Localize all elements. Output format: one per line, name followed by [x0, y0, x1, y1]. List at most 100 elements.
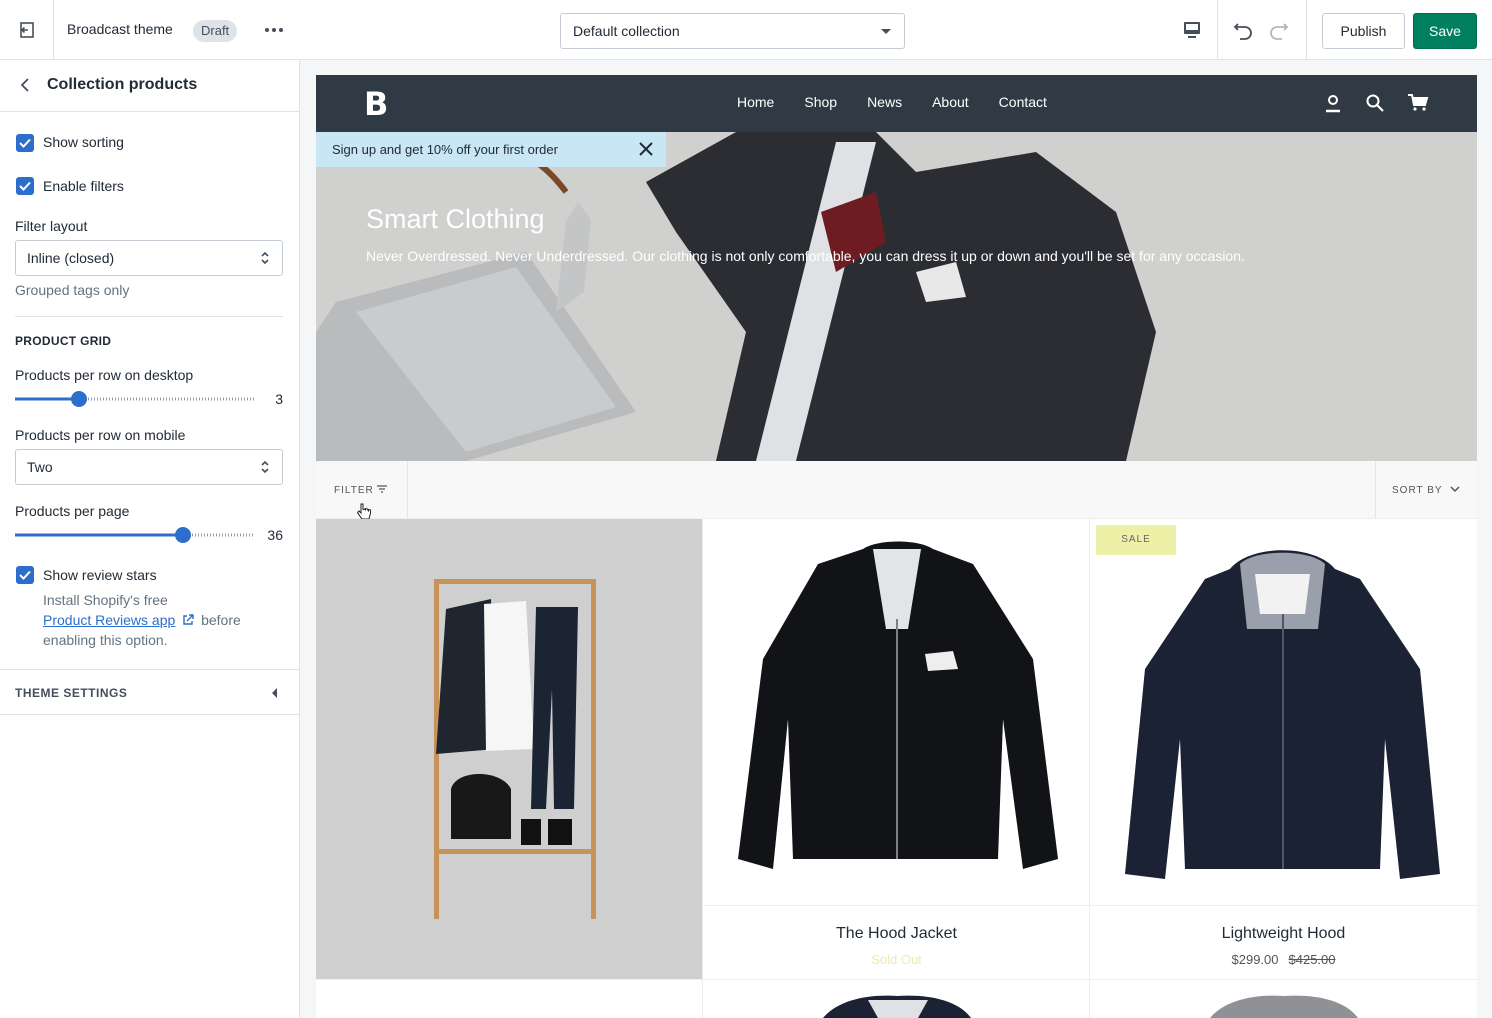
toolbar-divider: [1306, 0, 1307, 60]
publish-button[interactable]: Publish: [1322, 13, 1405, 49]
device-toggle-button[interactable]: [1166, 0, 1218, 60]
product-grid-heading: PRODUCT GRID: [15, 334, 112, 348]
nav-news[interactable]: News: [867, 94, 902, 110]
status-badge: Draft: [193, 20, 238, 42]
theme-settings-toggle[interactable]: THEME SETTINGS: [0, 669, 299, 715]
back-button[interactable]: [16, 76, 34, 94]
chevron-left-icon: [20, 78, 29, 92]
show-sorting-label: Show sorting: [43, 134, 124, 150]
store-preview: B Home Shop News About Contact Sign up a…: [316, 75, 1477, 1018]
product-image-partial: [823, 995, 971, 1018]
save-button[interactable]: Save: [1413, 13, 1477, 49]
store-nav: Home Shop News About Contact: [737, 94, 1047, 110]
per-page-value: 36: [267, 527, 283, 543]
per-row-mobile-label: Products per row on mobile: [15, 427, 186, 443]
redo-icon: [1270, 23, 1289, 40]
product-title[interactable]: The Hood Jacket: [703, 925, 1090, 943]
show-sorting-checkbox[interactable]: [16, 134, 34, 152]
per-row-mobile-value: Two: [27, 459, 53, 475]
sale-badge: SALE: [1096, 525, 1176, 555]
collection-select-value: Default collection: [573, 23, 680, 39]
checkmark-icon: [19, 138, 31, 148]
collection-select[interactable]: Default collection: [560, 13, 905, 49]
product-image: [703, 519, 1090, 905]
store-header: B Home Shop News About Contact: [316, 75, 1477, 132]
product-image: [1090, 519, 1477, 905]
grid-divider: [1089, 519, 1090, 1018]
desktop-icon: [1183, 22, 1200, 38]
sidebar-header: Collection products: [0, 60, 299, 112]
clothing-rack-image: [316, 519, 703, 979]
hero-image: [316, 132, 1477, 461]
per-row-mobile-select[interactable]: Two: [15, 449, 283, 485]
nav-contact[interactable]: Contact: [999, 94, 1047, 110]
hero-text: Never Overdressed. Never Underdressed. O…: [366, 248, 1245, 264]
product-price: $299.00: [1231, 952, 1279, 967]
enable-filters-label: Enable filters: [43, 178, 124, 194]
more-icon: [265, 28, 283, 32]
more-actions-button[interactable]: [263, 20, 285, 40]
checkmark-icon: [19, 181, 31, 191]
account-icon[interactable]: [1323, 93, 1343, 113]
hero-title: Smart Clothing: [366, 204, 545, 234]
product-price: Sold Out: [871, 952, 922, 967]
exit-icon: [19, 22, 34, 38]
caret-down-icon: [881, 29, 891, 34]
close-icon[interactable]: [638, 141, 654, 157]
theme-name: Broadcast theme: [67, 21, 173, 37]
select-arrows-icon: [261, 460, 269, 474]
filter-icon: [377, 485, 387, 493]
per-row-desktop-label: Products per row on desktop: [15, 367, 194, 383]
theme-settings-label: THEME SETTINGS: [15, 686, 128, 700]
caret-left-icon: [272, 688, 277, 698]
per-page-label: Products per page: [15, 503, 130, 519]
exit-button[interactable]: [0, 0, 54, 60]
filter-layout-select[interactable]: Inline (closed): [15, 240, 283, 276]
show-review-stars-label: Show review stars: [43, 567, 157, 583]
product-image-partial: [1210, 995, 1358, 1018]
per-row-desktop-value: 3: [275, 391, 283, 407]
filter-label: FILTER: [334, 485, 374, 496]
show-review-stars-checkbox[interactable]: [16, 566, 34, 584]
settings-sidebar: Collection products Show sorting Enable …: [0, 60, 300, 1018]
sidebar-title: Collection products: [47, 76, 198, 93]
filter-layout-help: Grouped tags only: [15, 282, 130, 298]
product-price-row: $299.00 $425.00: [1090, 952, 1477, 967]
review-help-before: Install Shopify's free: [43, 592, 168, 608]
hero-banner: Sign up and get 10% off your first order…: [316, 132, 1477, 461]
sort-label: SORT BY: [1392, 485, 1443, 496]
filter-layout-value: Inline (closed): [27, 250, 115, 266]
product-card[interactable]: SALE $299.00 $425.00 Lightweight Hood: [1090, 519, 1477, 979]
store-logo[interactable]: B: [364, 85, 388, 123]
store-header-icons: [1323, 93, 1429, 113]
per-page-slider[interactable]: [15, 526, 255, 544]
collection-toolbar: FILTER SORT BY: [316, 461, 1477, 520]
cart-icon[interactable]: [1407, 93, 1429, 113]
filter-layout-label: Filter layout: [15, 218, 88, 234]
search-icon[interactable]: [1365, 93, 1385, 113]
select-arrows-icon: [261, 251, 269, 265]
chevron-down-icon: [1450, 486, 1460, 493]
collection-image-card[interactable]: [316, 519, 703, 979]
product-compare-price: $425.00: [1288, 952, 1336, 967]
product-card[interactable]: The Hood Jacket Sold Out: [703, 519, 1090, 979]
review-stars-help: Install Shopify's free Product Reviews a…: [43, 590, 273, 650]
per-row-desktop-slider[interactable]: [15, 390, 255, 408]
enable-filters-checkbox[interactable]: [16, 177, 34, 195]
nav-about[interactable]: About: [932, 94, 969, 110]
undo-button[interactable]: [1230, 18, 1256, 44]
redo-button[interactable]: [1266, 18, 1292, 44]
checkmark-icon: [19, 570, 31, 580]
editor-topbar: Broadcast theme Draft Default collection…: [0, 0, 1492, 60]
nav-home[interactable]: Home: [737, 94, 774, 110]
promo-bar: Sign up and get 10% off your first order: [316, 132, 666, 167]
nav-shop[interactable]: Shop: [804, 94, 837, 110]
sort-button[interactable]: SORT BY: [1375, 461, 1477, 519]
product-title[interactable]: Lightweight Hood: [1090, 925, 1477, 943]
grid-divider: [702, 519, 703, 1018]
external-link-icon[interactable]: [182, 614, 194, 626]
promo-text: Sign up and get 10% off your first order: [332, 142, 558, 157]
product-reviews-link[interactable]: Product Reviews app: [43, 612, 175, 628]
undo-icon: [1233, 23, 1252, 40]
grid-divider: [703, 905, 1477, 906]
